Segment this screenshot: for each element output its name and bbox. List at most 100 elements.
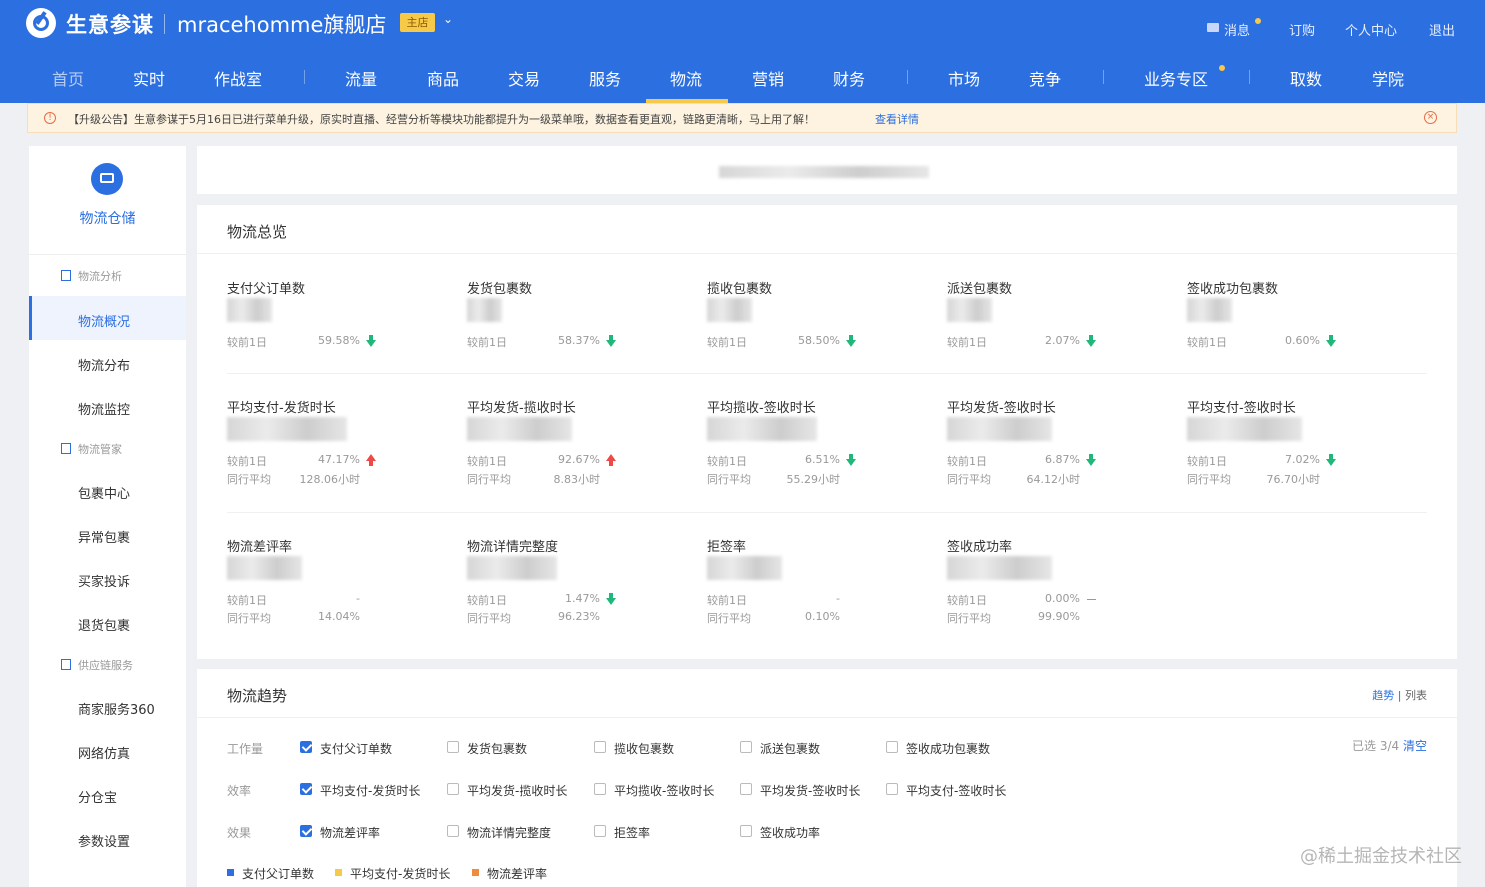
metric-checkbox-label[interactable]: 支付父订单数 [320,740,392,757]
nav-service[interactable]: 服务 [589,66,621,90]
legend-item[interactable]: 支付父订单数 [242,865,314,882]
legend-item[interactable]: 平均支付-发货时长 [350,865,450,882]
brand-name[interactable]: 生意参谋 [66,9,154,39]
nav-products[interactable]: 商品 [427,66,459,90]
metric-checkbox-label[interactable]: 平均支付-发货时长 [320,782,420,799]
metric-card[interactable]: 平均支付-签收时长 较前1日 7.02% 同行平均 76.70小时 [1187,397,1387,497]
nav-finance[interactable]: 财务 [833,66,865,90]
sidebar-item-package-center[interactable]: 包裹中心 [78,483,130,502]
sidebar-item-warehouse-split[interactable]: 分仓宝 [78,787,117,806]
tab-list[interactable]: 列表 [1405,689,1427,702]
metric-checkbox[interactable] [740,825,752,837]
metric-checkbox[interactable] [594,825,606,837]
metric-name: 支付父订单数 [227,282,306,297]
nav-data-fetch[interactable]: 取数 [1290,66,1322,90]
metric-checkbox[interactable] [447,741,459,753]
metric-category-label: 工作量 [227,742,264,756]
metric-card[interactable]: 派送包裹数 较前1日 2.07% [947,278,1147,378]
metric-checkbox[interactable] [740,783,752,795]
metric-checkbox[interactable] [740,741,752,753]
sidebar-item-merchant-service-360[interactable]: 商家服务360 [78,699,155,718]
sidebar-item-buyer-complaints[interactable]: 买家投诉 [78,571,130,590]
metric-checkbox[interactable] [447,783,459,795]
metric-card[interactable]: 签收成功率 较前1日 0.00% 同行平均 99.90% [947,536,1147,636]
metric-checkbox[interactable] [447,825,459,837]
metric-card[interactable]: 拒签率 较前1日 - 同行平均 0.10% [707,536,907,636]
panel-title: 物流趋势 [227,687,288,705]
metric-name: 发货包裹数 [467,282,533,297]
metric-value-blurred [1187,298,1232,322]
metric-card[interactable]: 揽收包裹数 较前1日 58.50% [707,278,907,378]
clear-button[interactable]: 清空 [1403,739,1427,753]
nav-warroom[interactable]: 作战室 [214,66,262,90]
metric-checkbox-label[interactable]: 平均支付-签收时长 [906,782,1006,799]
close-icon[interactable]: × [1424,111,1437,124]
metric-checkbox[interactable] [300,783,312,795]
nav-logistics[interactable]: 物流 [670,66,702,90]
metric-checkbox[interactable] [300,741,312,753]
sidebar-item-parameter-settings[interactable]: 参数设置 [78,831,130,850]
metric-card[interactable]: 平均揽收-签收时长 较前1日 6.51% 同行平均 55.29小时 [707,397,907,497]
top-link-logout[interactable]: 退出 [1429,20,1455,39]
metric-checkbox-label[interactable]: 物流差评率 [320,824,380,841]
metric-card[interactable]: 发货包裹数 较前1日 58.37% [467,278,667,378]
nav-market[interactable]: 市场 [948,66,980,90]
metric-checkbox[interactable] [594,783,606,795]
message-icon[interactable] [1207,23,1219,32]
notice-detail-link[interactable]: 查看详情 [875,111,919,127]
peer-average-value: 64.12小时 [1026,473,1081,486]
nav-competition[interactable]: 竞争 [1029,66,1061,90]
legend-swatch [472,869,479,876]
sidebar-item-logistics-overview[interactable]: 物流概况 [78,311,130,330]
metric-card[interactable]: 平均发货-签收时长 较前1日 6.87% 同行平均 64.12小时 [947,397,1147,497]
metric-card[interactable]: 签收成功包裹数 较前1日 0.60% [1187,278,1387,378]
compare-value: 47.17% [318,453,360,466]
metric-checkbox-label[interactable]: 物流详情完整度 [467,824,551,841]
metric-card[interactable]: 平均发货-揽收时长 较前1日 92.67% 同行平均 8.83小时 [467,397,667,497]
sidebar-item-logistics-monitor[interactable]: 物流监控 [78,399,130,418]
metric-checkbox-label[interactable]: 派送包裹数 [760,740,820,757]
metric-card[interactable]: 平均支付-发货时长 较前1日 47.17% 同行平均 128.06小时 [227,397,427,497]
metric-checkbox-label[interactable]: 平均发货-签收时长 [760,782,860,799]
nav-home[interactable]: 首页 [52,66,84,90]
metric-checkbox-label[interactable]: 签收成功包裹数 [906,740,990,757]
metric-checkbox-label[interactable]: 平均发货-揽收时长 [467,782,567,799]
metric-value-blurred [227,298,272,322]
top-link-messages[interactable]: 消息 [1224,20,1250,39]
metric-checkbox-label[interactable]: 拒签率 [614,824,650,841]
warning-icon: ! [44,112,56,124]
metric-checkbox-label[interactable]: 签收成功率 [760,824,820,841]
top-link-profile[interactable]: 个人中心 [1345,20,1397,39]
metric-checkbox[interactable] [594,741,606,753]
metric-checkbox[interactable] [886,741,898,753]
legend-item[interactable]: 物流差评率 [487,865,547,882]
arrow-down-icon [366,335,376,347]
shop-switch-chevron-icon[interactable]: ⌄ [443,12,453,26]
nav-business-zone[interactable]: 业务专区 [1144,66,1208,90]
compare-value: 7.02% [1285,453,1320,466]
sidebar-item-return-packages[interactable]: 退货包裹 [78,615,130,634]
brand-logo-icon[interactable] [26,8,56,38]
nav-academy[interactable]: 学院 [1372,66,1404,90]
top-link-orders[interactable]: 订购 [1289,20,1315,39]
tab-trend[interactable]: 趋势 [1372,689,1394,702]
nav-realtime[interactable]: 实时 [133,66,165,90]
nav-marketing[interactable]: 营销 [752,66,784,90]
metric-checkbox-label[interactable]: 发货包裹数 [467,740,527,757]
metric-card[interactable]: 物流详情完整度 较前1日 1.47% 同行平均 96.23% [467,536,667,636]
metric-checkbox[interactable] [886,783,898,795]
compare-value: 58.37% [558,334,600,347]
nav-traffic[interactable]: 流量 [345,66,377,90]
metric-card[interactable]: 物流差评率 较前1日 - 同行平均 14.04% [227,536,427,636]
metric-card[interactable]: 支付父订单数 较前1日 59.58% [227,278,427,378]
row-divider [227,512,1427,513]
sidebar-item-logistics-distribution[interactable]: 物流分布 [78,355,130,374]
sidebar-item-network-simulation[interactable]: 网络仿真 [78,743,130,762]
logistics-trend-panel: 物流趋势 趋势 | 列表 已选 3/4 清空 工作量 支付父订单数 发货包裹数 揽收包… [197,669,1457,887]
nav-trade[interactable]: 交易 [508,66,540,90]
metric-checkbox-label[interactable]: 揽收包裹数 [614,740,674,757]
metric-checkbox-label[interactable]: 平均揽收-签收时长 [614,782,714,799]
sidebar-item-abnormal-packages[interactable]: 异常包裹 [78,527,130,546]
sidebar-group-logistics-butler: 物流管家 [61,441,122,457]
metric-checkbox[interactable] [300,825,312,837]
